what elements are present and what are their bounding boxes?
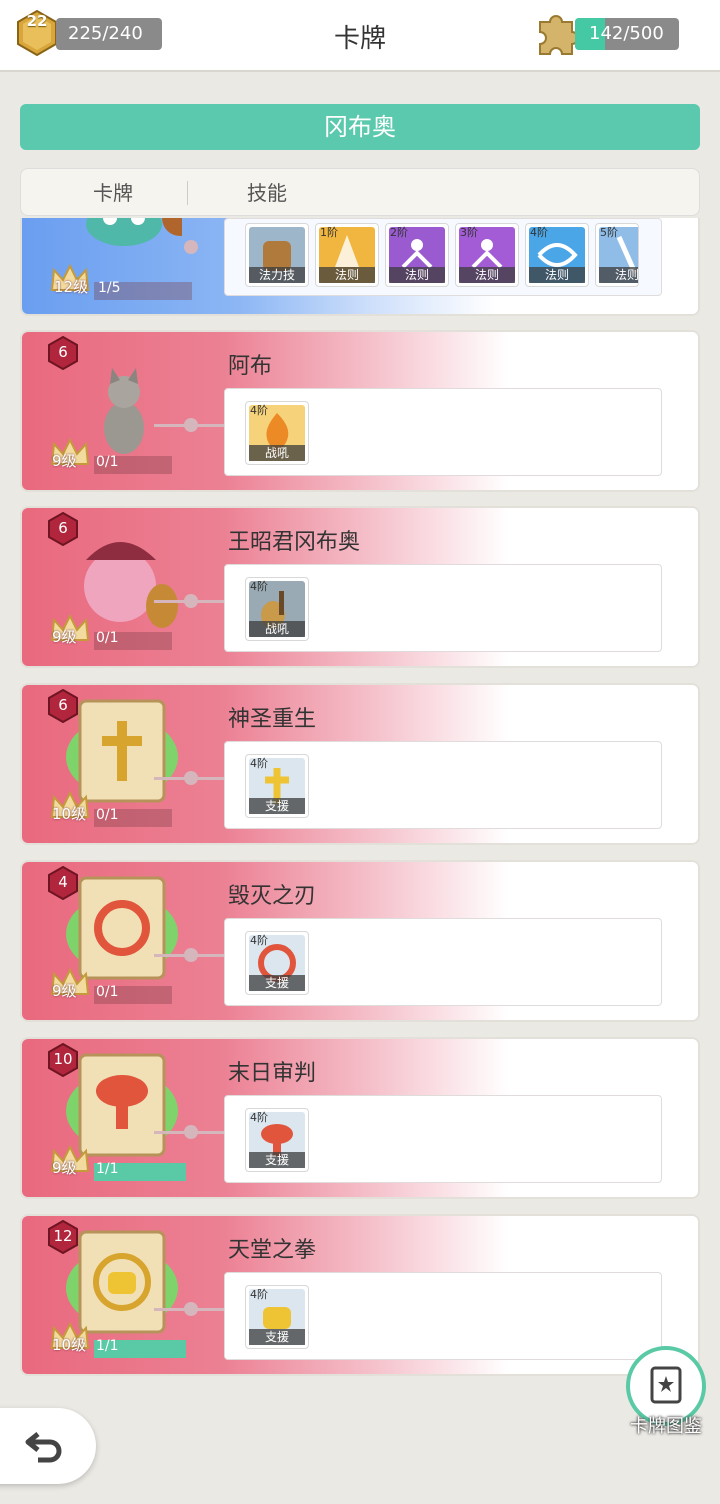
tab-divider <box>187 181 188 205</box>
skill-tier: 4阶 <box>250 1111 268 1124</box>
skill-tile[interactable]: 法力技 <box>245 223 309 287</box>
skill-tile[interactable]: 4阶 支援 <box>245 1285 309 1349</box>
skill-tile[interactable]: 4阶 支援 <box>245 931 309 995</box>
card-name: 神圣重生 <box>228 707 317 732</box>
skill-type: 战吼 <box>249 621 305 637</box>
card-level: 12级 <box>54 278 89 296</box>
skill-type: 法则 <box>319 267 375 283</box>
skill-tile[interactable]: 4阶 支援 <box>245 754 309 818</box>
card-count: 0/1 <box>96 630 119 646</box>
skill-tier: 4阶 <box>250 580 268 593</box>
card-level: 9级 <box>52 1159 77 1177</box>
card-name: 毁灭之刃 <box>228 884 317 909</box>
skill-box: 4阶 支援 <box>224 1095 662 1183</box>
skill-box: 4阶 支援 <box>224 918 662 1006</box>
tab-bar: 卡牌 技能 <box>20 168 700 216</box>
skill-tier: 4阶 <box>250 404 268 417</box>
card-count: 0/1 <box>96 984 119 1000</box>
back-arrow-icon <box>25 1432 62 1463</box>
card-list[interactable]: 12级 1/5 法力技 1阶 法则 2阶 法则 3阶 法则 4阶 法则 5阶 法… <box>20 218 700 1384</box>
skill-tile[interactable]: 4阶 支援 <box>245 1108 309 1172</box>
skill-type: 支援 <box>249 975 305 991</box>
skill-tile[interactable]: 4阶 战吼 <box>245 401 309 465</box>
card-item[interactable]: 10 9级 1/1 末日审判 4阶 支援 <box>22 1039 698 1197</box>
card-guide-button[interactable]: 卡牌图鉴 <box>620 1346 712 1438</box>
page-title: 卡牌 <box>333 24 386 54</box>
skill-tile[interactable]: 4阶 战吼 <box>245 577 309 641</box>
connector-dot <box>184 594 198 608</box>
hero-banner[interactable]: 冈布奥 <box>20 104 700 150</box>
skill-tier: 5阶 <box>600 226 618 239</box>
skill-type: 法则 <box>529 267 585 283</box>
card-name: 王昭君冈布奥 <box>228 530 361 555</box>
card-item[interactable]: 6 9级 0/1 阿布 4阶 战吼 <box>22 332 698 490</box>
card-name: 天堂之拳 <box>228 1238 317 1263</box>
card-level: 9级 <box>52 982 77 1000</box>
skill-box: 4阶 战吼 <box>224 388 662 476</box>
tab-cards[interactable]: 卡牌 <box>93 169 133 217</box>
card-level: 10级 <box>52 1336 87 1354</box>
card-book-icon <box>650 1366 682 1404</box>
skill-box: 4阶 支援 <box>224 1272 662 1360</box>
skill-box: 4阶 战吼 <box>224 564 662 652</box>
skill-type: 支援 <box>249 1152 305 1168</box>
skill-tier: 4阶 <box>250 934 268 947</box>
skill-type: 支援 <box>249 798 305 814</box>
card-level: 9级 <box>52 452 77 470</box>
skill-type: 战吼 <box>249 445 305 461</box>
card-item[interactable]: 12 10级 1/1 天堂之拳 4阶 支援 <box>22 1216 698 1374</box>
connector-dot <box>184 948 198 962</box>
skill-type: 法力技 <box>249 267 305 283</box>
skill-type: 法则 <box>599 267 638 283</box>
skill-type: 法则 <box>459 267 515 283</box>
back-button[interactable] <box>0 1408 96 1484</box>
skill-tier: 1阶 <box>320 226 338 239</box>
skill-tile[interactable]: 1阶 法则 <box>315 223 379 287</box>
skill-tile[interactable]: 2阶 法则 <box>385 223 449 287</box>
card-item[interactable]: 12级 1/5 法力技 1阶 法则 2阶 法则 3阶 法则 4阶 法则 5阶 法… <box>22 218 698 314</box>
card-count: 1/1 <box>96 1161 119 1177</box>
connector-dot <box>184 240 198 254</box>
skill-type: 支援 <box>249 1329 305 1345</box>
skill-tier: 4阶 <box>530 226 548 239</box>
card-name: 末日审判 <box>228 1061 317 1086</box>
card-count: 0/1 <box>96 454 119 470</box>
skill-tile[interactable]: 3阶 法则 <box>455 223 519 287</box>
top-bar: 22 225/240 卡牌 142/500 <box>0 0 720 72</box>
connector-dot <box>184 771 198 785</box>
card-item[interactable]: 6 9级 0/1 王昭君冈布奥 4阶 战吼 <box>22 508 698 666</box>
tab-skills[interactable]: 技能 <box>247 169 287 217</box>
card-item[interactable]: 4 9级 0/1 毁灭之刃 4阶 支援 <box>22 862 698 1020</box>
skill-tier: 4阶 <box>250 1288 268 1301</box>
player-level: 22 <box>26 12 48 30</box>
card-count: 1/5 <box>98 280 121 296</box>
card-name: 阿布 <box>228 354 273 379</box>
skill-tier: 4阶 <box>250 757 268 770</box>
connector-dot <box>184 418 198 432</box>
fragment-counter: 142/500 <box>575 18 679 50</box>
skill-type: 法则 <box>389 267 445 283</box>
card-item[interactable]: 6 10级 0/1 神圣重生 4阶 支援 <box>22 685 698 843</box>
card-count: 0/1 <box>96 807 119 823</box>
skill-tile[interactable]: 5阶 法则 <box>595 223 639 287</box>
card-level: 9级 <box>52 628 77 646</box>
skill-tier: 2阶 <box>390 226 408 239</box>
xp-counter: 225/240 <box>56 18 162 50</box>
card-level: 10级 <box>52 805 87 823</box>
connector-dot <box>184 1125 198 1139</box>
skill-box: 4阶 支援 <box>224 741 662 829</box>
card-count: 1/1 <box>96 1338 119 1354</box>
skill-box: 法力技 1阶 法则 2阶 法则 3阶 法则 4阶 法则 5阶 法则 <box>224 218 662 296</box>
skill-tile[interactable]: 4阶 法则 <box>525 223 589 287</box>
card-guide-label: 卡牌图鉴 <box>630 1416 702 1437</box>
connector-dot <box>184 1302 198 1316</box>
fragment-counter-text: 142/500 <box>589 23 664 44</box>
skill-tier: 3阶 <box>460 226 478 239</box>
